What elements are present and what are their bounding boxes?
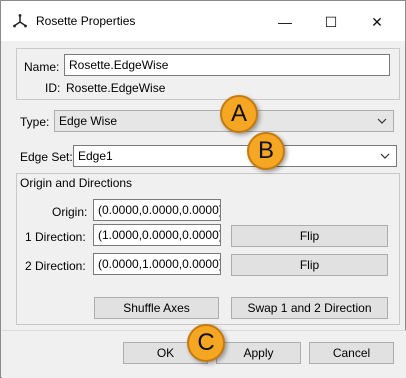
rosette-axes-icon (13, 14, 27, 28)
chevron-down-icon (380, 153, 390, 159)
callout-marker-c: C (187, 324, 225, 362)
dialog-body: Name: Rosette.EdgeWise ID: Rosette.EdgeW… (8, 41, 400, 329)
type-dropdown-value: Edge Wise (59, 114, 118, 128)
origin-input[interactable]: (0.0000,0.0000,0.0000) (93, 199, 221, 221)
direction2-input[interactable]: (0.0000,1.0000,0.0000) (93, 253, 221, 275)
name-input[interactable]: Rosette.EdgeWise (64, 54, 390, 76)
callout-marker-a: A (220, 95, 258, 133)
close-button[interactable]: ✕ (355, 7, 399, 37)
window-title: Rosette Properties (36, 14, 136, 28)
chevron-down-icon (377, 118, 387, 124)
swap-directions-button[interactable]: Swap 1 and 2 Direction (231, 297, 388, 319)
cancel-button[interactable]: Cancel (309, 342, 394, 364)
callout-marker-b: B (247, 132, 285, 170)
type-label: Type: (20, 115, 50, 129)
edge-set-label: Edge Set: (20, 150, 73, 164)
edge-set-dropdown[interactable]: Edge1 (73, 145, 397, 167)
shuffle-axes-button[interactable]: Shuffle Axes (94, 297, 219, 319)
edge-set-dropdown-value: Edge1 (78, 149, 113, 163)
apply-button[interactable]: Apply (216, 342, 301, 364)
id-label: ID: (45, 81, 61, 95)
origin-directions-title: Origin and Directions (20, 176, 133, 190)
id-value: Rosette.EdgeWise (66, 81, 166, 95)
direction1-label: 1 Direction: (25, 230, 86, 244)
name-label: Name: (24, 60, 60, 74)
direction2-label: 2 Direction: (25, 259, 86, 273)
origin-label: Origin: (52, 205, 88, 219)
minimize-button[interactable]: — (263, 7, 307, 37)
maximize-button[interactable]: ☐ (309, 7, 353, 37)
rosette-properties-dialog: Rosette Properties — ☐ ✕ Name: Rosette.E… (0, 0, 406, 378)
direction2-flip-button[interactable]: Flip (231, 254, 388, 276)
title-bar[interactable]: Rosette Properties — ☐ ✕ (1, 1, 405, 41)
direction1-flip-button[interactable]: Flip (231, 225, 388, 247)
direction1-input[interactable]: (1.0000,0.0000,0.0000) (93, 224, 221, 246)
